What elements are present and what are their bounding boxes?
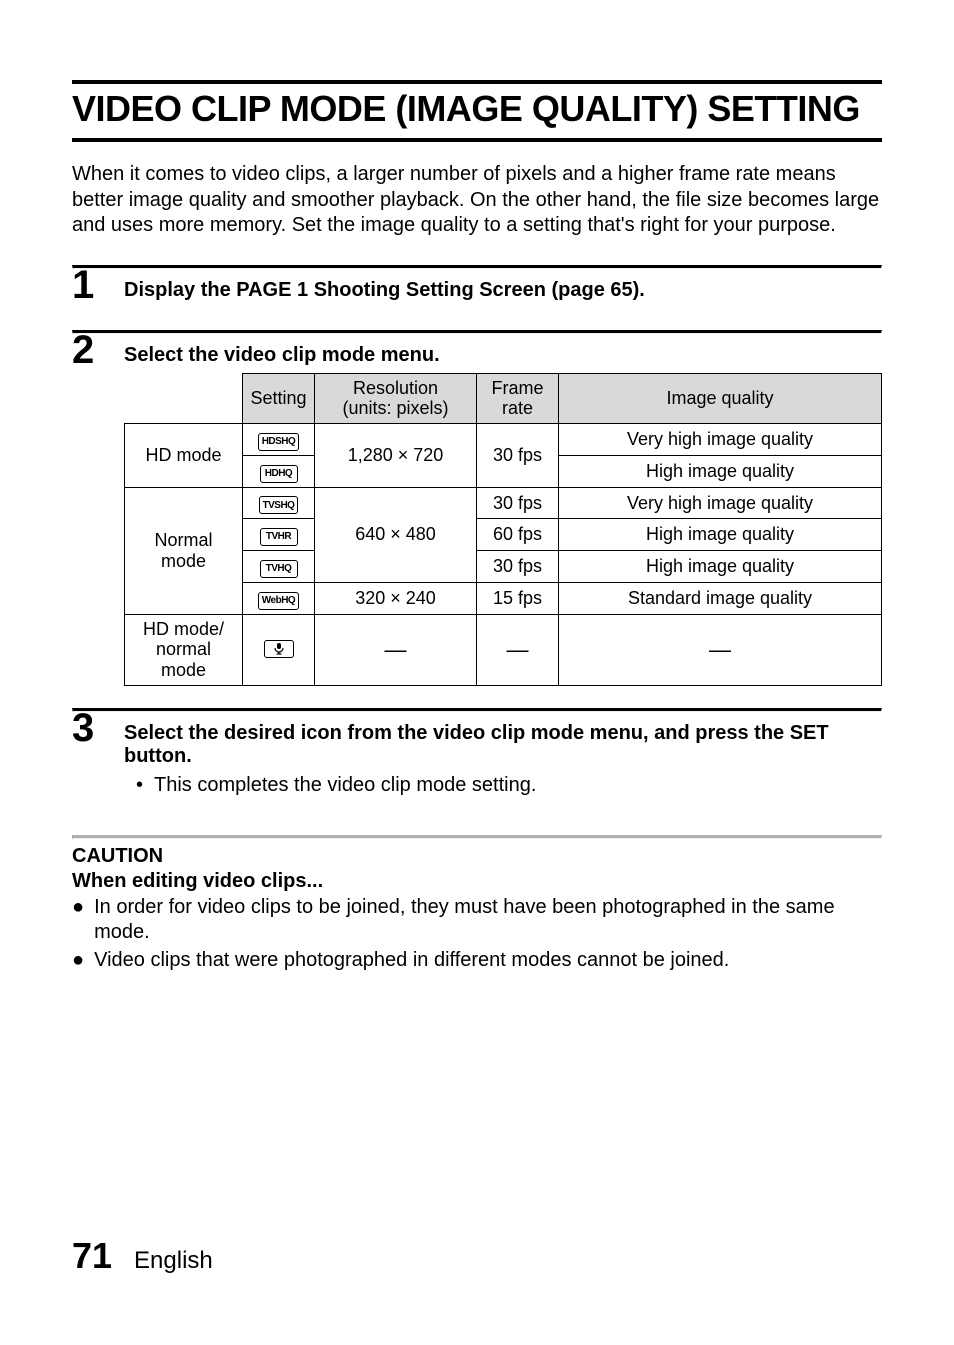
mode-normal-label: Normal mode xyxy=(125,487,243,614)
col-resolution-l1: Resolution xyxy=(353,378,438,398)
step-heading: Display the PAGE 1 Shooting Setting Scre… xyxy=(124,279,882,302)
normal-resolution-2: 320 × 240 xyxy=(315,582,477,614)
webhq-icon: WebHQ xyxy=(258,592,299,610)
bullet-dot-icon: ● xyxy=(72,895,84,946)
col-resolution: Resolution (units: pixels) xyxy=(315,373,477,423)
tvshq-icon: TVSHQ xyxy=(259,496,299,514)
caution-title: CAUTION xyxy=(72,845,882,868)
both-resolution: — xyxy=(315,614,477,685)
setting-icon-cell: HDSHQ xyxy=(243,424,315,456)
setting-icon-cell: TVHR xyxy=(243,519,315,551)
video-mode-table: Setting Resolution (units: pixels) Frame… xyxy=(124,373,882,686)
mode-both-l3: mode xyxy=(161,660,206,680)
page-language: English xyxy=(134,1247,213,1275)
table-header-row: Setting Resolution (units: pixels) Frame… xyxy=(125,373,882,423)
page-footer: 71 English xyxy=(72,1235,213,1277)
intro-paragraph: When it comes to video clips, a larger n… xyxy=(72,162,882,239)
mode-hd-label: HD mode xyxy=(125,424,243,488)
col-framerate-l1: Frame xyxy=(491,378,543,398)
hdhq-icon: HDHQ xyxy=(260,465,298,483)
step-heading: Select the desired icon from the video c… xyxy=(124,722,882,768)
normal-iq-2: High image quality xyxy=(559,519,882,551)
page-number: 71 xyxy=(72,1235,112,1277)
tvhr-icon: TVHR xyxy=(260,528,298,546)
hd-iq-1: Very high image quality xyxy=(559,424,882,456)
normal-fr-2: 60 fps xyxy=(477,519,559,551)
step-1: 1 Display the PAGE 1 Shooting Setting Sc… xyxy=(72,269,882,308)
step-2: 2 Select the video clip mode menu. Setti… xyxy=(72,334,882,686)
hdshq-icon: HDSHQ xyxy=(258,433,300,451)
step-heading: Select the video clip mode menu. xyxy=(124,344,882,367)
setting-icon-cell: WebHQ xyxy=(243,582,315,614)
setting-icon-cell: TVHQ xyxy=(243,551,315,583)
normal-iq-4: Standard image quality xyxy=(559,582,882,614)
microphone-icon xyxy=(264,640,294,658)
col-imagequality: Image quality xyxy=(559,373,882,423)
normal-fr-3: 30 fps xyxy=(477,551,559,583)
setting-icon-cell: HDHQ xyxy=(243,455,315,487)
setting-icon-cell: TVSHQ xyxy=(243,487,315,519)
normal-resolution-1: 640 × 480 xyxy=(315,487,477,582)
caution-bullets: ●In order for video clips to be joined, … xyxy=(72,895,882,974)
step-number: 3 xyxy=(72,708,102,748)
mode-normal-l1: Normal xyxy=(154,530,212,550)
mode-both-l1: HD mode/ xyxy=(143,619,224,639)
table-row: HD mode/ normal mode — — xyxy=(125,614,882,685)
hd-resolution: 1,280 × 720 xyxy=(315,424,477,488)
caution-bullet-1: In order for video clips to be joined, t… xyxy=(94,895,882,946)
col-framerate: Frame rate xyxy=(477,373,559,423)
hd-framerate: 30 fps xyxy=(477,424,559,488)
setting-icon-cell xyxy=(243,614,315,685)
table-row: HD mode HDSHQ 1,280 × 720 30 fps Very hi… xyxy=(125,424,882,456)
both-iq: — xyxy=(559,614,882,685)
col-setting: Setting xyxy=(243,373,315,423)
hd-iq-2: High image quality xyxy=(559,455,882,487)
mode-both-label: HD mode/ normal mode xyxy=(125,614,243,685)
normal-iq-3: High image quality xyxy=(559,551,882,583)
mode-both-l2: normal xyxy=(156,639,211,659)
step-3: 3 Select the desired icon from the video… xyxy=(72,712,882,801)
step-number: 1 xyxy=(72,265,102,305)
normal-iq-1: Very high image quality xyxy=(559,487,882,519)
col-resolution-l2: (units: pixels) xyxy=(342,398,448,418)
page-title: VIDEO CLIP MODE (IMAGE QUALITY) SETTING xyxy=(72,80,882,142)
caution-bullet-2: Video clips that were photographed in di… xyxy=(94,948,729,974)
step-bullet: This completes the video clip mode setti… xyxy=(124,774,882,797)
table-row: Normal mode TVSHQ 640 × 480 30 fps Very … xyxy=(125,487,882,519)
mode-normal-l2: mode xyxy=(161,551,206,571)
bullet-dot-icon: ● xyxy=(72,948,84,974)
tvhq-icon: TVHQ xyxy=(260,560,298,578)
normal-fr-4: 15 fps xyxy=(477,582,559,614)
step-number: 2 xyxy=(72,330,102,370)
caution-subtitle: When editing video clips... xyxy=(72,870,882,893)
both-framerate: — xyxy=(477,614,559,685)
caution-divider xyxy=(72,835,882,839)
col-framerate-l2: rate xyxy=(502,398,533,418)
normal-fr-1: 30 fps xyxy=(477,487,559,519)
